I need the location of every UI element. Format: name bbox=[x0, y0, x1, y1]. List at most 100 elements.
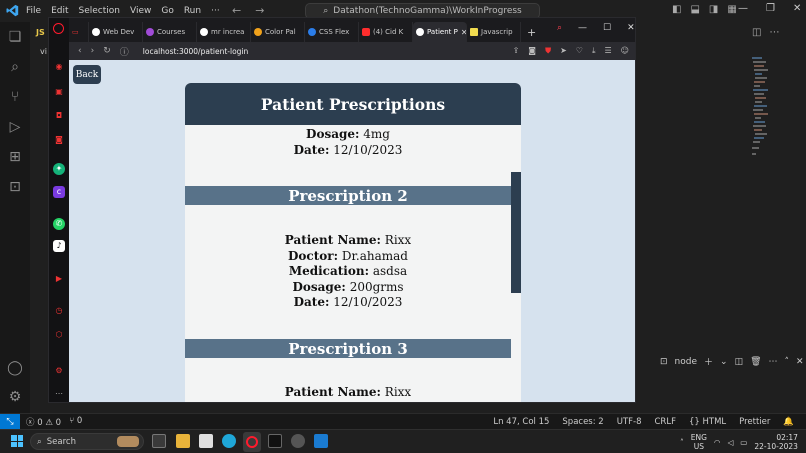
maximize-icon[interactable]: ☐ bbox=[603, 23, 611, 33]
tab-web-dev[interactable]: Web Dev bbox=[89, 22, 143, 42]
flow-icon[interactable]: ➤ bbox=[560, 46, 567, 56]
tab-javascript[interactable]: Javascrip bbox=[467, 22, 521, 42]
close-icon[interactable]: ✕ bbox=[793, 3, 801, 14]
search-icon[interactable]: ⌕ bbox=[7, 59, 23, 75]
maximize-panel-icon[interactable]: ˄ bbox=[785, 357, 790, 367]
toggle-secondary-sidebar-icon[interactable]: ◨ bbox=[709, 4, 718, 15]
source-control-icon[interactable]: ⑂ bbox=[7, 89, 23, 105]
toggle-sidebar-icon[interactable]: ◧ bbox=[672, 4, 681, 15]
forward-arrow-icon[interactable]: › bbox=[91, 46, 95, 56]
ports-indicator[interactable]: ⑂ 0 bbox=[69, 416, 82, 428]
battery-icon[interactable]: ▭ bbox=[740, 438, 747, 447]
terminal-name[interactable]: node bbox=[675, 357, 697, 367]
toggle-panel-icon[interactable]: ⬓ bbox=[690, 4, 699, 15]
share-icon[interactable]: ⇪ bbox=[513, 46, 520, 56]
encoding[interactable]: UTF-8 bbox=[617, 417, 642, 427]
new-terminal-icon[interactable]: ＋ bbox=[704, 355, 713, 368]
indentation[interactable]: Spaces: 2 bbox=[562, 417, 603, 427]
remote-icon[interactable]: ⤡ bbox=[0, 414, 20, 429]
extensions-icon[interactable]: ⊞ bbox=[7, 149, 23, 165]
menu-more[interactable]: ··· bbox=[211, 6, 220, 16]
new-tab-icon[interactable]: + bbox=[521, 22, 542, 42]
adblock-shield-icon[interactable]: ⛊ bbox=[545, 46, 551, 56]
card-scrollbar-thumb[interactable] bbox=[511, 172, 521, 293]
terminal-app-icon[interactable] bbox=[268, 434, 282, 448]
back-arrow-icon[interactable]: ‹ bbox=[78, 46, 82, 56]
volume-icon[interactable]: ◁ bbox=[727, 438, 733, 447]
settings-app-icon[interactable] bbox=[291, 434, 305, 448]
url-field[interactable]: localhost:3000/patient-login bbox=[143, 47, 248, 56]
close-icon[interactable]: ✕ bbox=[627, 23, 635, 33]
menu-view[interactable]: View bbox=[130, 6, 151, 16]
forward-arrow-icon[interactable]: → bbox=[255, 4, 264, 17]
run-debug-icon[interactable]: ▷ bbox=[7, 119, 23, 135]
minimize-icon[interactable]: — bbox=[738, 3, 748, 14]
chatgpt-icon[interactable]: ✦ bbox=[53, 163, 65, 175]
reload-icon[interactable]: ↻ bbox=[103, 46, 111, 56]
more-icon[interactable]: ⋯ bbox=[53, 388, 65, 400]
edge-browser-icon[interactable] bbox=[222, 434, 236, 448]
customize-layout-icon[interactable]: ▦ bbox=[727, 4, 736, 15]
twitch-icon[interactable]: ◘ bbox=[53, 110, 65, 122]
download-icon[interactable]: ⤓ bbox=[592, 46, 596, 56]
explorer-icon[interactable]: ❏ bbox=[7, 29, 23, 45]
settings-gear-icon[interactable]: ⚙ bbox=[7, 389, 23, 405]
back-button[interactable]: Back bbox=[73, 65, 101, 84]
history-icon[interactable]: ◷ bbox=[53, 305, 65, 317]
tab-patient-portal[interactable]: Patient P ✕ bbox=[413, 22, 467, 42]
language-mode[interactable]: {} HTML bbox=[689, 417, 726, 427]
instagram-icon[interactable]: ◙ bbox=[53, 134, 65, 146]
menu-edit[interactable]: Edit bbox=[51, 6, 68, 16]
more-actions-icon[interactable]: ⋯ bbox=[769, 27, 779, 38]
vscode-app-icon[interactable] bbox=[314, 434, 328, 448]
cursor-position[interactable]: Ln 47, Col 15 bbox=[493, 417, 549, 427]
terminal-icon[interactable]: ⊡ bbox=[7, 179, 23, 195]
more-actions-icon[interactable]: ⋯ bbox=[769, 357, 778, 367]
profile-icon[interactable]: ☺ bbox=[621, 46, 629, 56]
shopping-icon[interactable]: ▣ bbox=[53, 86, 65, 98]
box-icon[interactable]: ⬡ bbox=[53, 329, 65, 341]
menu-selection[interactable]: Selection bbox=[79, 6, 120, 16]
whatsapp-icon[interactable]: ✆ bbox=[53, 218, 65, 230]
tab-youtube[interactable]: (4) Cid K bbox=[359, 22, 413, 42]
tab-islands-icon[interactable]: ▭ bbox=[69, 22, 89, 42]
tab-color-pal[interactable]: Color Pal bbox=[251, 22, 305, 42]
easy-setup-icon[interactable]: ☰ bbox=[604, 46, 611, 56]
site-info-icon[interactable]: ⓘ bbox=[120, 45, 129, 58]
problems-indicator[interactable]: ⓧ 0 ⚠ 0 bbox=[26, 416, 61, 428]
close-panel-icon[interactable]: ✕ bbox=[796, 357, 804, 367]
opera-logo-icon[interactable] bbox=[53, 23, 64, 34]
notifications-bell-icon[interactable]: 🔔 bbox=[783, 417, 794, 427]
chevron-up-icon[interactable]: ˄ bbox=[680, 438, 684, 447]
file-explorer-icon[interactable] bbox=[176, 434, 190, 448]
split-editor-icon[interactable]: ◫ bbox=[752, 27, 761, 38]
prettier-status[interactable]: Prettier bbox=[739, 417, 770, 427]
wifi-icon[interactable]: ◠ bbox=[714, 438, 721, 447]
chat-icon[interactable]: c bbox=[53, 186, 65, 198]
microsoft-store-icon[interactable] bbox=[199, 434, 213, 448]
line-ending[interactable]: CRLF bbox=[655, 417, 676, 427]
settings-gear-icon[interactable]: ⚙ bbox=[53, 365, 65, 377]
restore-icon[interactable]: ❐ bbox=[766, 3, 775, 14]
menu-go[interactable]: Go bbox=[161, 6, 173, 16]
aria-icon[interactable]: ◉ bbox=[53, 61, 65, 73]
search-tabs-icon[interactable]: ⌕ bbox=[557, 23, 562, 33]
account-icon[interactable]: ◯ bbox=[7, 360, 23, 376]
split-terminal-icon[interactable]: ◫ bbox=[735, 357, 744, 367]
menu-run[interactable]: Run bbox=[184, 6, 201, 16]
heart-icon[interactable]: ♡ bbox=[576, 46, 583, 56]
opera-taskbar-highlight[interactable] bbox=[243, 432, 261, 452]
chevron-down-icon[interactable]: ⌄ bbox=[720, 357, 728, 367]
trash-icon[interactable]: 🗑 bbox=[750, 357, 761, 367]
windows-start-icon[interactable] bbox=[11, 435, 23, 447]
tab-css-flex[interactable]: CSS Flex bbox=[305, 22, 359, 42]
tiktok-icon[interactable]: ♪ bbox=[53, 240, 65, 252]
minimap[interactable] bbox=[750, 55, 772, 160]
tab-courses[interactable]: Courses bbox=[143, 22, 197, 42]
menu-file[interactable]: File bbox=[26, 6, 41, 16]
back-arrow-icon[interactable]: ← bbox=[232, 4, 241, 17]
camera-icon[interactable]: ◙ bbox=[528, 46, 536, 56]
taskbar-clock[interactable]: 02:17 22-10-2023 bbox=[754, 433, 798, 451]
taskbar-search[interactable]: ⌕ Search bbox=[30, 433, 144, 450]
input-language[interactable]: ENG US bbox=[691, 433, 707, 451]
